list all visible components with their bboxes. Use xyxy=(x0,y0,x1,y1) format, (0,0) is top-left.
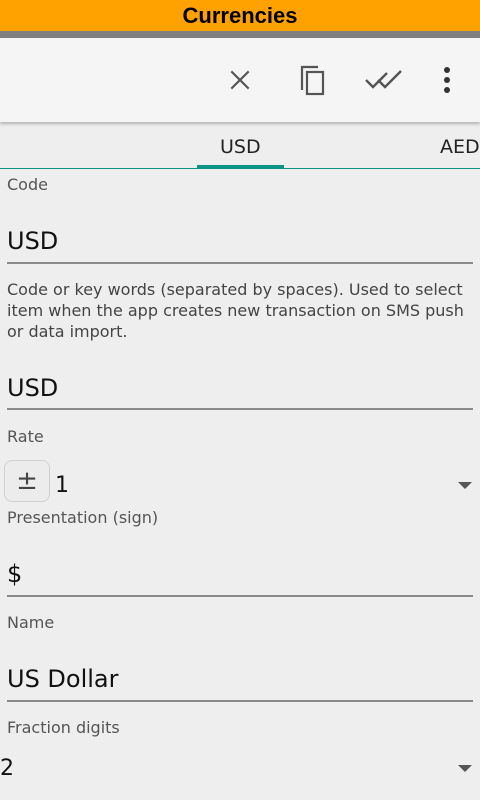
more-vert-icon xyxy=(444,67,450,93)
more-options-button[interactable] xyxy=(427,60,467,100)
done-all-icon xyxy=(365,70,402,89)
presentation-underline xyxy=(7,595,473,597)
keywords-input[interactable]: USD xyxy=(7,374,58,402)
tab-divider xyxy=(0,168,480,169)
tab-aed[interactable]: AED xyxy=(440,136,480,158)
rate-label: Rate xyxy=(7,427,44,446)
tab-usd[interactable]: USD xyxy=(220,136,261,158)
keywords-underline xyxy=(7,408,473,410)
code-label: Code xyxy=(7,175,48,194)
close-icon xyxy=(230,70,250,90)
presentation-label: Presentation (sign) xyxy=(7,508,159,527)
currency-tabs: USD AED xyxy=(0,124,480,170)
name-label: Name xyxy=(7,613,55,632)
rate-input[interactable]: 1 xyxy=(55,473,69,498)
fraction-digits-select[interactable]: 2 xyxy=(0,756,14,781)
sign-toggle-button[interactable]: ± xyxy=(4,460,50,502)
rate-dropdown-icon[interactable] xyxy=(458,482,472,489)
code-underline xyxy=(7,262,473,264)
keywords-hint: Code or key words (separated by spaces).… xyxy=(7,280,464,341)
code-input[interactable]: USD xyxy=(7,227,58,255)
name-underline xyxy=(7,700,473,702)
copy-button[interactable] xyxy=(292,60,332,100)
window-title: Currencies xyxy=(0,0,480,31)
fraction-digits-dropdown-icon[interactable] xyxy=(458,765,472,772)
name-input[interactable]: US Dollar xyxy=(7,665,119,693)
select-all-button[interactable] xyxy=(364,60,404,100)
copy-icon xyxy=(300,65,325,96)
title-divider xyxy=(0,31,480,38)
action-toolbar xyxy=(0,38,480,122)
close-button[interactable] xyxy=(220,60,260,100)
presentation-input[interactable]: $ xyxy=(7,560,22,588)
fraction-digits-label: Fraction digits xyxy=(7,718,120,737)
